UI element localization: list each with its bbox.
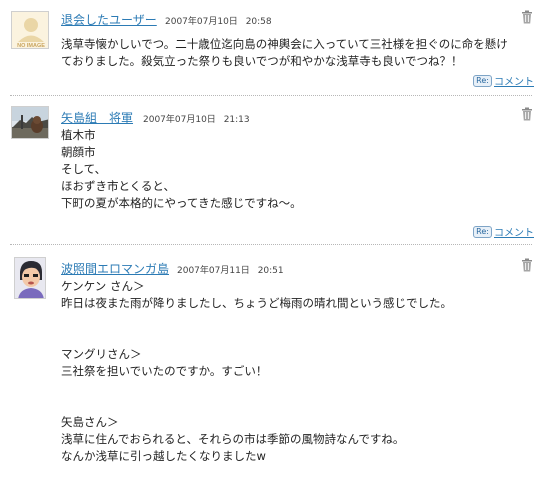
comment-separator: [10, 95, 532, 96]
comment-line: ほおずき市とくると、: [61, 179, 175, 193]
comment-author-link[interactable]: 矢島組 将軍: [61, 109, 133, 126]
comment-body: 植木市 朝顔市 そして、 ほおずき市とくると、 下町の夏が本格的にやってきた感じ…: [61, 127, 528, 212]
comment-line: ておりました。殺気立った祭りも良いでつが和やかな浅草寺も良いでつね？！: [61, 54, 463, 68]
comment-item: 波照間エロマンガ島 2007年07月11日 20:51 ケンケン さん＞ 昨日は…: [0, 250, 540, 493]
comment-line: [61, 397, 528, 414]
comment-line: [61, 380, 528, 397]
comment-date-time: 20:51: [257, 266, 284, 276]
reply-comment-label[interactable]: コメント: [494, 224, 534, 239]
comment-line: 浅草寺懐かしいでつ。二十歳位迄向島の神輿会に入っていて三社様を担ぐのに命を懸け: [61, 37, 508, 51]
avatar[interactable]: [14, 257, 46, 299]
comment-line: 朝顔市: [61, 145, 96, 159]
comment-line: 矢島さん＞: [61, 415, 119, 429]
comment-date-time: 21:13: [223, 115, 250, 125]
comment-line: そして、: [61, 162, 107, 176]
comment-date-day: 2007年07月10日: [165, 17, 238, 27]
comment-date: 2007年07月10日 21:13: [143, 112, 250, 125]
avatar-label: NO IMAGE: [17, 43, 45, 49]
no-image-avatar-icon: NO IMAGE: [12, 12, 48, 49]
reply-icon: Re:: [473, 74, 492, 87]
comment-line: 三社祭を担いでいたのですか。すごい！: [61, 364, 268, 378]
comment-line: なんか浅草に引っ越したくなりましたw: [61, 449, 266, 463]
comment-line: [61, 312, 528, 329]
comment-line: 下町の夏が本格的にやってきた感じですね〜。: [61, 196, 302, 210]
comment-date: 2007年07月10日 20:58: [165, 14, 272, 27]
delete-trash-icon[interactable]: [521, 258, 533, 272]
comment-line: [61, 329, 528, 346]
comment-author-link[interactable]: 波照間エロマンガ島: [61, 260, 169, 277]
comment-date-day: 2007年07月11日: [177, 266, 250, 276]
comment-date: 2007年07月11日 20:51: [177, 263, 284, 276]
reply-comment-button[interactable]: Re: コメント: [473, 224, 534, 239]
comment-separator: [10, 244, 532, 245]
comment-date-time: 20:58: [245, 17, 272, 27]
comment-item: 矢島組 将軍 2007年07月10日 21:13 植木市 朝顔市 そして、 ほお…: [0, 100, 540, 240]
comment-body: 浅草寺懐かしいでつ。二十歳位迄向島の神輿会に入っていて三社様を担ぐのに命を懸け …: [61, 36, 528, 70]
comment-date-day: 2007年07月10日: [143, 115, 216, 125]
comment-line: マングリさん＞: [61, 347, 142, 361]
comment-body: ケンケン さん＞ 昨日は夜また雨が降りましたし、ちょうど梅雨の晴れ間という感じで…: [61, 278, 528, 465]
reply-icon: Re:: [473, 225, 492, 238]
avatar[interactable]: NO IMAGE: [11, 11, 49, 49]
delete-trash-icon[interactable]: [521, 10, 533, 24]
comment-item: NO IMAGE 退会したユーザー 2007年07月10日 20:58 浅草寺懐…: [0, 0, 540, 100]
comment-line: 昨日は夜また雨が降りましたし、ちょうど梅雨の晴れ間という感じでした。: [61, 296, 452, 310]
reply-comment-button[interactable]: Re: コメント: [473, 73, 534, 88]
delete-trash-icon[interactable]: [521, 107, 533, 121]
avatar[interactable]: [11, 106, 49, 139]
comment-line: 浅草に住んでおられると、それらの市は季節の風物詩なんですね。: [61, 432, 405, 446]
dog-photo-avatar-icon: [12, 107, 48, 138]
reply-comment-label[interactable]: コメント: [494, 73, 534, 88]
comment-line: 植木市: [61, 128, 96, 142]
cartoon-face-avatar-icon: [15, 258, 45, 298]
comment-line: ケンケン さん＞: [61, 279, 145, 293]
comment-author-link[interactable]: 退会したユーザー: [61, 11, 157, 28]
